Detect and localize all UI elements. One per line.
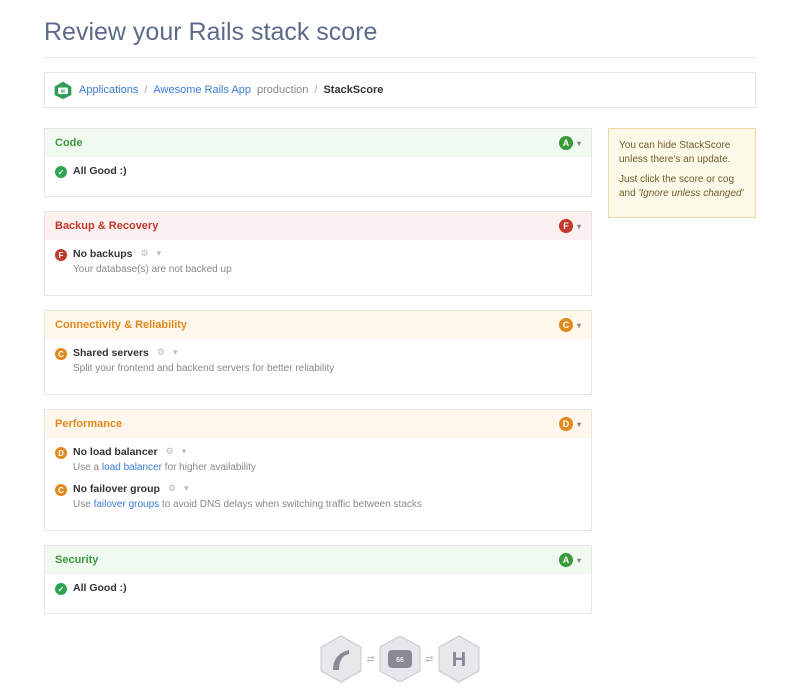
chevron-down-icon[interactable]: ▾ <box>173 347 178 358</box>
footer-icons: ⇄ 66 ⇄ H <box>44 634 756 694</box>
item-title: All Good :) <box>73 582 127 594</box>
list-item: C Shared servers ⚙ ▾ <box>55 347 581 360</box>
section-body: F No backups ⚙ ▾ Your database(s) are not ba… <box>45 240 591 295</box>
arrow-icon: ⇄ <box>425 654 433 665</box>
section-title: Security <box>55 554 98 566</box>
section: Backup & Recovery F ▾ F No backups ⚙ ▾ Your dat… <box>44 211 592 296</box>
breadcrumb-env: production <box>257 84 308 96</box>
section-title: Performance <box>55 418 122 430</box>
divider <box>44 57 756 58</box>
gear-icon[interactable]: ⚙ <box>166 446 174 457</box>
item-description: Use failover groups to avoid DNS delays … <box>73 498 581 512</box>
breadcrumb-applications[interactable]: Applications <box>79 84 138 96</box>
svg-text:66: 66 <box>396 657 404 664</box>
section-header[interactable]: Code A ▾ <box>45 129 591 157</box>
chevron-down-icon[interactable]: ▾ <box>577 139 581 148</box>
item-title: No load balancer <box>73 446 158 458</box>
sections-column: Code A ▾ ✓ All Good :) Backup & Recovery F ▾ F No… <box>44 128 592 628</box>
section-body: C Shared servers ⚙ ▾ Split your frontend and… <box>45 339 591 394</box>
item-badge: D <box>55 447 67 459</box>
section-header[interactable]: Connectivity & Reliability C ▾ <box>45 311 591 339</box>
grade-badge[interactable]: F <box>559 219 573 233</box>
section-header[interactable]: Backup & Recovery F ▾ <box>45 212 591 240</box>
item-badge: F <box>55 249 67 261</box>
section: Connectivity & Reliability C ▾ C Shared serv… <box>44 310 592 395</box>
section: Performance D ▾ D No load balancer ⚙ ▾ Use a lo… <box>44 409 592 531</box>
heroku-icon: H <box>437 634 481 684</box>
chevron-down-icon[interactable]: ▾ <box>184 483 189 494</box>
breadcrumb-current: StackScore <box>323 84 383 96</box>
section-header[interactable]: Security A ▾ <box>45 546 591 574</box>
list-item: ✓ All Good :) <box>55 582 581 595</box>
breadcrumb: 66 Applications / Awesome Rails App prod… <box>44 72 756 108</box>
section-body: ✓ All Good :) <box>45 157 591 196</box>
cloud66-icon: 66 <box>378 634 422 684</box>
grade-badge[interactable]: A <box>559 136 573 150</box>
item-badge: ✓ <box>55 166 67 178</box>
section: Security A ▾ ✓ All Good :) <box>44 545 592 614</box>
chevron-down-icon[interactable]: ▾ <box>577 321 581 330</box>
item-title: Shared servers <box>73 347 149 359</box>
gear-icon[interactable]: ⚙ <box>157 347 165 358</box>
tip-box: You can hide StackScore unless there's a… <box>608 128 756 218</box>
breadcrumb-app[interactable]: Awesome Rails App <box>153 84 251 96</box>
item-badge: C <box>55 484 67 496</box>
item-badge: ✓ <box>55 583 67 595</box>
item-title: All Good :) <box>73 165 127 177</box>
section-title: Connectivity & Reliability <box>55 319 187 331</box>
grade-badge[interactable]: C <box>559 318 573 332</box>
chevron-down-icon[interactable]: ▾ <box>577 420 581 429</box>
chevron-down-icon[interactable]: ▾ <box>157 248 162 259</box>
svg-text:H: H <box>451 649 465 671</box>
list-item: ✓ All Good :) <box>55 165 581 178</box>
grade-badge[interactable]: A <box>559 553 573 567</box>
tip-line1: You can hide StackScore unless there's a… <box>619 139 745 167</box>
svg-text:66: 66 <box>61 89 66 94</box>
item-title: No backups <box>73 248 133 260</box>
gear-icon[interactable]: ⚙ <box>168 483 176 494</box>
section-header[interactable]: Performance D ▾ <box>45 410 591 438</box>
item-badge: C <box>55 348 67 360</box>
section-body: D No load balancer ⚙ ▾ Use a load balancer f… <box>45 438 591 530</box>
chevron-down-icon[interactable]: ▾ <box>577 222 581 231</box>
list-item: C No failover group ⚙ ▾ <box>55 483 581 496</box>
item-title: No failover group <box>73 483 160 495</box>
section-title: Backup & Recovery <box>55 220 158 232</box>
tip-line2: Just click the score or cog and 'Ignore … <box>619 173 745 201</box>
chevron-down-icon[interactable]: ▾ <box>577 556 581 565</box>
page-title: Review your Rails stack score <box>44 18 756 47</box>
chevron-down-icon[interactable]: ▾ <box>182 446 187 457</box>
gear-icon[interactable]: ⚙ <box>141 248 149 259</box>
inline-link[interactable]: load balancer <box>102 462 162 473</box>
section: Code A ▾ ✓ All Good :) <box>44 128 592 197</box>
breadcrumb-sep: / <box>314 84 317 96</box>
arrow-icon: ⇄ <box>367 654 375 665</box>
section-title: Code <box>55 137 83 149</box>
item-description: Use a load balancer for higher availabil… <box>73 461 581 475</box>
item-description: Split your frontend and backend servers … <box>73 362 581 376</box>
list-item: F No backups ⚙ ▾ <box>55 248 581 261</box>
inline-link[interactable]: failover groups <box>94 499 160 510</box>
cloud66-logo-icon: 66 <box>53 80 73 100</box>
grade-badge[interactable]: D <box>559 417 573 431</box>
rails-icon <box>319 634 363 684</box>
list-item: D No load balancer ⚙ ▾ <box>55 446 581 459</box>
breadcrumb-sep: / <box>144 84 147 96</box>
item-description: Your database(s) are not backed up <box>73 263 581 277</box>
section-body: ✓ All Good :) <box>45 574 591 613</box>
